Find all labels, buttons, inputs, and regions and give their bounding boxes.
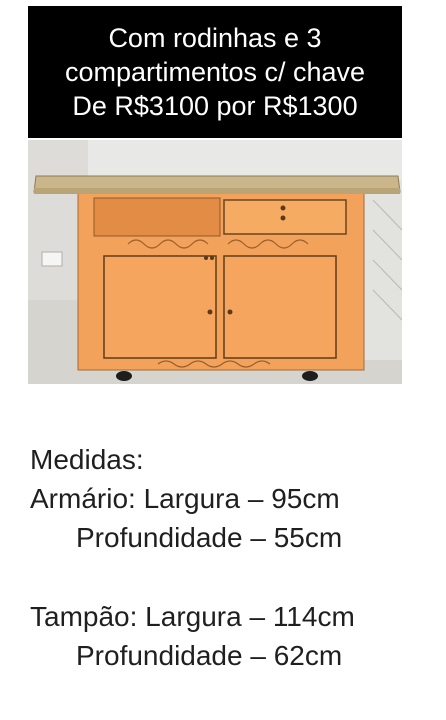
measurements-heading: Medidas:	[30, 444, 144, 475]
banner-line-2: compartimentos c/ chave	[64, 57, 366, 87]
measurements: Medidas: Armário: Largura – 95cm Profund…	[30, 440, 440, 675]
price-banner: Com rodinhas e 3 compartimentos c/ chave…	[28, 6, 402, 138]
banner-line-1: Com rodinhas e 3	[108, 23, 322, 53]
armario-width: Armário: Largura – 95cm	[30, 483, 340, 514]
cabinet-photo	[28, 140, 402, 384]
tampao-width: Tampão: Largura – 114cm	[30, 601, 355, 632]
tampao-depth: Profundidade – 62cm	[76, 640, 343, 671]
armario-depth: Profundidade – 55cm	[76, 522, 343, 553]
banner-line-3: De R$3100 por R$1300	[72, 91, 358, 121]
